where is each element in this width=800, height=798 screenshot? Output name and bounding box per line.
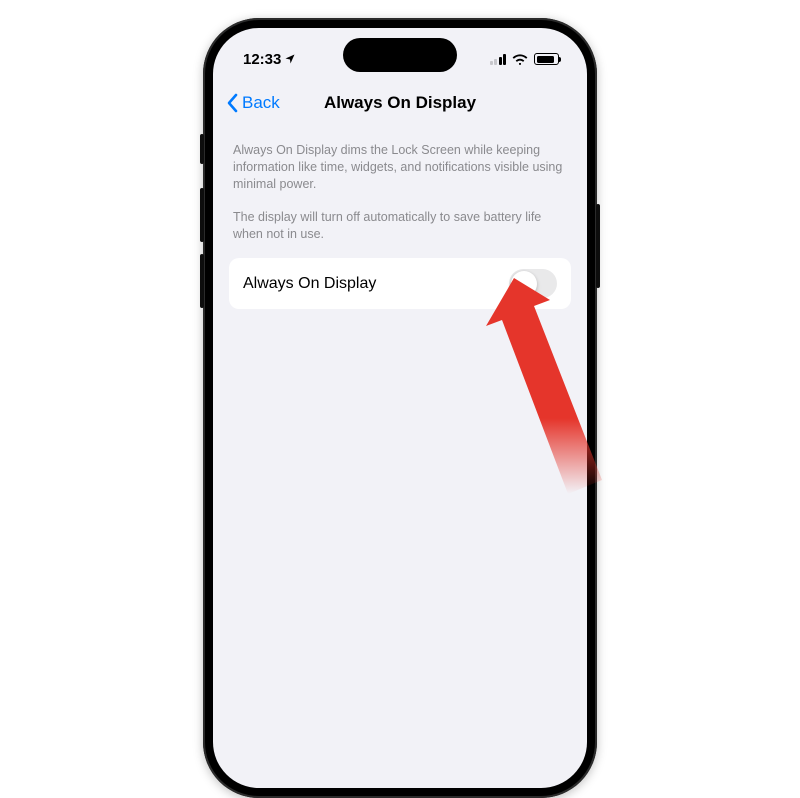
description-p2: The display will turn off automatically … — [229, 209, 571, 243]
side-button — [200, 134, 204, 164]
nav-header: Back Always On Display — [213, 82, 587, 124]
battery-icon — [534, 53, 559, 65]
screen: 12:33 — [213, 28, 587, 788]
setting-label: Always On Display — [243, 275, 376, 293]
volume-down-button — [200, 254, 204, 308]
back-label: Back — [242, 93, 280, 113]
phone-frame: 12:33 — [203, 18, 597, 798]
status-time: 12:33 — [243, 51, 281, 68]
volume-up-button — [200, 188, 204, 242]
switch-knob — [511, 271, 537, 297]
cellular-icon — [490, 54, 507, 65]
back-button[interactable]: Back — [219, 82, 288, 124]
chevron-left-icon — [227, 93, 239, 113]
power-button — [596, 204, 600, 288]
wifi-icon — [512, 53, 528, 65]
description-p1: Always On Display dims the Lock Screen w… — [229, 142, 571, 193]
settings-group: Always On Display — [229, 258, 571, 309]
location-icon — [284, 53, 296, 65]
dynamic-island — [343, 38, 457, 72]
content: Always On Display dims the Lock Screen w… — [213, 124, 587, 788]
page-title: Always On Display — [324, 93, 476, 113]
status-left: 12:33 — [243, 51, 296, 68]
always-on-display-toggle[interactable] — [509, 269, 557, 298]
always-on-display-row: Always On Display — [229, 258, 571, 309]
status-right — [490, 53, 560, 65]
